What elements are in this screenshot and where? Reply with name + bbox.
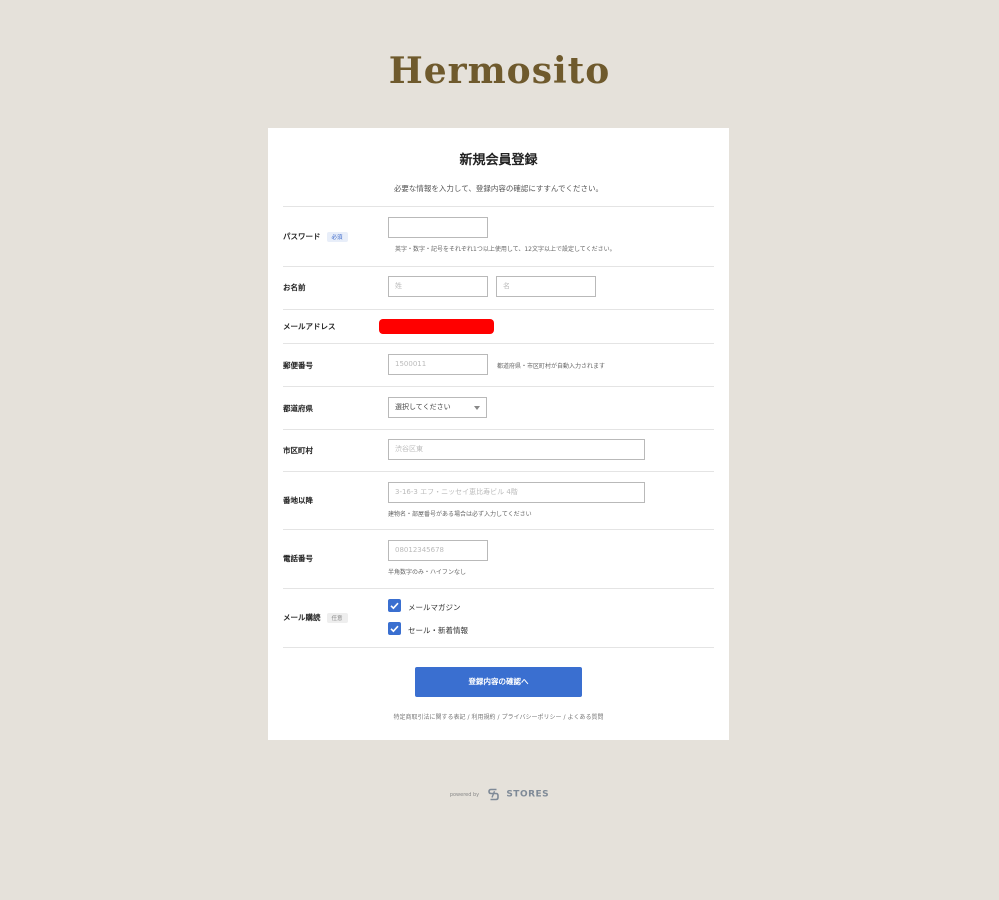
divider: [283, 206, 714, 207]
phone-label: 電話番号: [283, 554, 313, 563]
powered-by-brand: STORES: [506, 789, 550, 800]
phone-input[interactable]: 08012345678: [388, 540, 488, 561]
checkmark-icon: [390, 625, 399, 633]
form-title: 新規会員登録: [459, 153, 538, 168]
divider: [283, 471, 714, 472]
password-help: 英字・数字・記号をそれぞれ1つ以上使用して、12文字以上で設定してください。: [395, 246, 616, 253]
postal-label: 郵便番号: [283, 361, 313, 370]
store-logo[interactable]: Hermosito: [0, 50, 999, 92]
phone-help: 半角数字のみ・ハイフンなし: [388, 569, 467, 576]
chevron-down-icon: [474, 406, 480, 410]
footer-link-tokushoho[interactable]: 特定商取引法に関する表記: [393, 714, 465, 721]
prefecture-label: 都道府県: [283, 404, 313, 413]
confirm-registration-button[interactable]: 登録内容の確認へ: [415, 667, 582, 697]
divider: [283, 343, 714, 344]
address-help: 建物名・部屋番号がある場合は必ず入力してください: [388, 511, 532, 518]
checkmark-icon: [390, 602, 399, 610]
footer-link-faq[interactable]: よくある質問: [568, 714, 604, 721]
optional-badge: 任意: [326, 613, 348, 623]
divider: [283, 588, 714, 589]
postal-help: 都道府県・市区町村が自動入力されます: [497, 363, 606, 370]
address-input[interactable]: 3-16-3 エフ・ニッセイ恵比寿ビル 4階: [388, 482, 645, 503]
divider: [283, 309, 714, 310]
first-name-input[interactable]: 名: [496, 276, 596, 297]
divider: [283, 529, 714, 530]
postal-code-input[interactable]: 1500011: [388, 354, 488, 375]
password-label-text: パスワード: [283, 232, 321, 241]
divider: [283, 386, 714, 387]
name-label: お名前: [283, 283, 306, 292]
newsletter-label-text: メール購読: [283, 613, 321, 622]
footer-links: 特定商取引法に関する表記 / 利用規約 / プライバシーポリシー / よくある質問: [393, 714, 604, 721]
prefecture-selected-value: 選択してください: [395, 403, 451, 411]
divider: [283, 266, 714, 267]
powered-by-prefix: powered by: [449, 791, 480, 798]
newsletter-label: メール購読 任意: [283, 612, 348, 623]
city-label: 市区町村: [283, 446, 313, 455]
stores-logo-icon: [488, 788, 500, 801]
password-input[interactable]: [388, 217, 488, 238]
required-badge: 必須: [326, 232, 348, 242]
address-label: 番地以降: [283, 496, 313, 505]
redacted-email-value: [379, 319, 494, 334]
divider: [283, 429, 714, 430]
last-name-input[interactable]: 姓: [388, 276, 488, 297]
divider: [283, 647, 714, 648]
newsletter-option-label: メールマガジン: [408, 603, 461, 612]
signup-form-card: 新規会員登録 必要な情報を入力して、登録内容の確認にすすんでください。 パスワー…: [268, 128, 729, 740]
footer-link-terms[interactable]: 利用規約: [472, 714, 496, 721]
form-description: 必要な情報を入力して、登録内容の確認にすすんでください。: [393, 184, 604, 193]
prefecture-select[interactable]: 選択してください: [388, 397, 487, 418]
password-label: パスワード 必須: [283, 231, 348, 242]
city-input[interactable]: 渋谷区東: [388, 439, 645, 460]
sale-news-option-label: セール・新着情報: [408, 626, 468, 635]
sale-news-checkbox[interactable]: [388, 622, 401, 635]
footer-link-privacy[interactable]: プライバシーポリシー: [502, 714, 562, 721]
newsletter-checkbox[interactable]: [388, 599, 401, 612]
powered-by[interactable]: powered by STORES: [0, 784, 999, 803]
email-label: メールアドレス: [283, 322, 336, 331]
